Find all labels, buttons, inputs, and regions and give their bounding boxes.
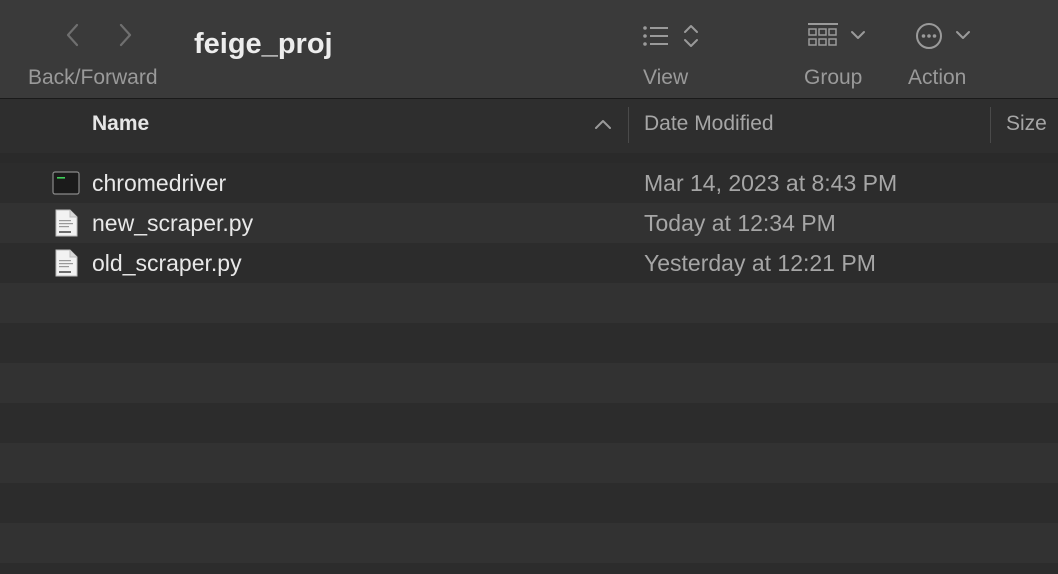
empty-row xyxy=(0,483,1058,523)
column-header: Name Date Modified Size xyxy=(0,99,1058,154)
file-date: Today at 12:34 PM xyxy=(644,210,836,236)
column-divider[interactable] xyxy=(990,107,991,143)
column-size[interactable]: Size xyxy=(1006,112,1047,136)
back-forward-label: Back/Forward xyxy=(28,66,158,89)
empty-row xyxy=(0,443,1058,483)
python-file-icon xyxy=(52,209,80,237)
up-down-chevron-icon[interactable] xyxy=(683,22,699,55)
list-padding xyxy=(0,153,1058,163)
group-label: Group xyxy=(804,66,863,89)
chevron-down-icon[interactable] xyxy=(955,28,971,47)
action-label: Action xyxy=(908,66,967,89)
column-divider[interactable] xyxy=(628,107,629,143)
column-date-modified[interactable]: Date Modified xyxy=(644,112,774,136)
view-label: View xyxy=(643,66,689,89)
empty-row xyxy=(0,563,1058,574)
chevron-left-icon[interactable] xyxy=(62,22,84,53)
list-item[interactable]: old_scraper.py Yesterday at 12:21 PM xyxy=(0,243,1058,283)
list-item[interactable]: new_scraper.py Today at 12:34 PM xyxy=(0,203,1058,243)
file-list: chromedriver Mar 14, 2023 at 8:43 PM new… xyxy=(0,163,1058,574)
terminal-exec-icon xyxy=(52,169,80,197)
empty-row xyxy=(0,283,1058,323)
empty-row xyxy=(0,523,1058,563)
window-title: feige_proj xyxy=(194,28,333,60)
list-item[interactable]: chromedriver Mar 14, 2023 at 8:43 PM xyxy=(0,163,1058,203)
file-name: chromedriver xyxy=(92,170,227,196)
empty-row xyxy=(0,363,1058,403)
file-name: new_scraper.py xyxy=(92,210,254,236)
file-name: old_scraper.py xyxy=(92,250,242,276)
file-date: Mar 14, 2023 at 8:43 PM xyxy=(644,170,898,196)
chevron-down-icon[interactable] xyxy=(850,28,866,47)
empty-row xyxy=(0,323,1058,363)
chevron-right-icon[interactable] xyxy=(114,22,136,53)
list-view-icon[interactable] xyxy=(642,24,670,53)
ellipsis-circle-icon[interactable] xyxy=(914,21,944,56)
column-name[interactable]: Name xyxy=(92,112,149,136)
sort-ascending-icon[interactable] xyxy=(594,117,612,136)
grid-group-icon[interactable] xyxy=(807,22,839,55)
file-date: Yesterday at 12:21 PM xyxy=(644,250,876,276)
toolbar: Back/Forward feige_proj View Group Actio… xyxy=(0,0,1058,99)
python-file-icon xyxy=(52,249,80,277)
empty-row xyxy=(0,403,1058,443)
